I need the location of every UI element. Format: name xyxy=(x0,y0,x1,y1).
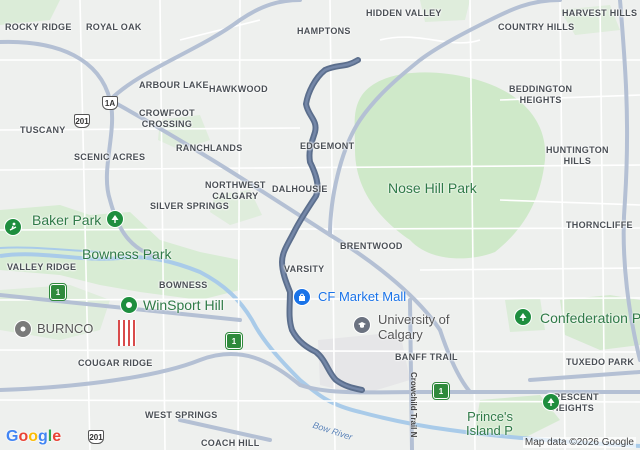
label-valley-ridge: VALLEY RIDGE xyxy=(7,262,77,272)
label-cougar-ridge: COUGAR RIDGE xyxy=(78,358,153,368)
tree-icon[interactable] xyxy=(120,296,138,314)
route-201-shield: 201 xyxy=(74,114,90,128)
pin-icon[interactable] xyxy=(14,320,32,338)
map-canvas[interactable]: ROCKY RIDGE ROYAL OAK HAMPTONS HIDDEN VA… xyxy=(0,0,640,450)
route-1-shield: 1 xyxy=(49,283,67,301)
map-attribution[interactable]: Map data ©2026 Google xyxy=(522,437,636,448)
label-royal-oak: ROYAL OAK xyxy=(86,22,142,32)
label-princes-island-park[interactable]: Prince's Island P xyxy=(466,410,513,438)
label-confederation-park[interactable]: Confederation P xyxy=(540,310,640,326)
label-burnco[interactable]: BURNCO xyxy=(37,321,93,336)
label-west-springs: WEST SPRINGS xyxy=(145,410,218,420)
tree-icon[interactable] xyxy=(514,308,532,326)
label-crowfoot-crossing: CROWFOOT CROSSING xyxy=(139,108,195,129)
label-country-hills: COUNTRY HILLS xyxy=(498,22,575,32)
label-ranchlands: RANCHLANDS xyxy=(176,143,243,153)
label-crowchild-trail: Crowchild Trail N xyxy=(409,372,418,438)
label-hidden-valley: HIDDEN VALLEY xyxy=(366,8,442,18)
graduation-cap-icon[interactable] xyxy=(353,316,371,334)
label-tuscany: TUSCANY xyxy=(20,125,66,135)
label-beddington-heights: BEDDINGTON HEIGHTS xyxy=(509,84,573,105)
route-201-shield: 201 xyxy=(88,430,104,444)
label-rocky-ridge: ROCKY RIDGE xyxy=(5,22,72,32)
label-banff-trail: BANFF TRAIL xyxy=(395,352,458,362)
skier-icon[interactable] xyxy=(4,218,22,236)
label-university-of-calgary[interactable]: University of Calgary xyxy=(378,312,450,342)
label-varsity: VARSITY xyxy=(284,264,325,274)
label-northwest-calgary: NORTHWEST CALGARY xyxy=(205,180,266,201)
label-huntington-hills: HUNTINGTON HILLS xyxy=(546,145,609,166)
label-hamptons: HAMPTONS xyxy=(297,26,351,36)
google-logo: Google xyxy=(6,428,62,445)
ski-jump-structure xyxy=(118,320,136,346)
label-baker-park[interactable]: Baker Park xyxy=(32,212,101,228)
label-silver-springs: SILVER SPRINGS xyxy=(150,201,230,211)
label-dalhousie: DALHOUSIE xyxy=(272,184,328,194)
label-tuxedo-park: TUXEDO PARK xyxy=(566,357,635,367)
label-edgemont: EDGEMONT xyxy=(300,141,355,151)
label-scenic-acres: SCENIC ACRES xyxy=(74,152,146,162)
label-coach-hill: COACH HILL xyxy=(201,438,260,448)
label-bowness-park[interactable]: Bowness Park xyxy=(82,246,171,262)
tree-icon[interactable] xyxy=(542,393,560,411)
route-1-shield: 1 xyxy=(432,382,450,400)
tree-icon[interactable] xyxy=(106,210,124,228)
label-brentwood: BRENTWOOD xyxy=(340,241,403,251)
label-cf-market-mall[interactable]: CF Market Mall xyxy=(318,289,406,304)
route-1-shield: 1 xyxy=(225,332,243,350)
label-hawkwood: HAWKWOOD xyxy=(209,84,268,94)
shopping-bag-icon[interactable] xyxy=(293,288,311,306)
label-harvest-hills: HARVEST HILLS xyxy=(562,8,638,18)
route-1a-shield: 1A xyxy=(102,96,118,110)
label-thorncliffe: THORNCLIFFE xyxy=(566,220,633,230)
label-bowness: BOWNESS xyxy=(159,280,208,290)
label-nose-hill-park[interactable]: Nose Hill Park xyxy=(388,180,477,196)
label-arbour-lake: ARBOUR LAKE xyxy=(139,80,209,90)
label-winsport-hill[interactable]: WinSport Hill xyxy=(143,297,224,313)
